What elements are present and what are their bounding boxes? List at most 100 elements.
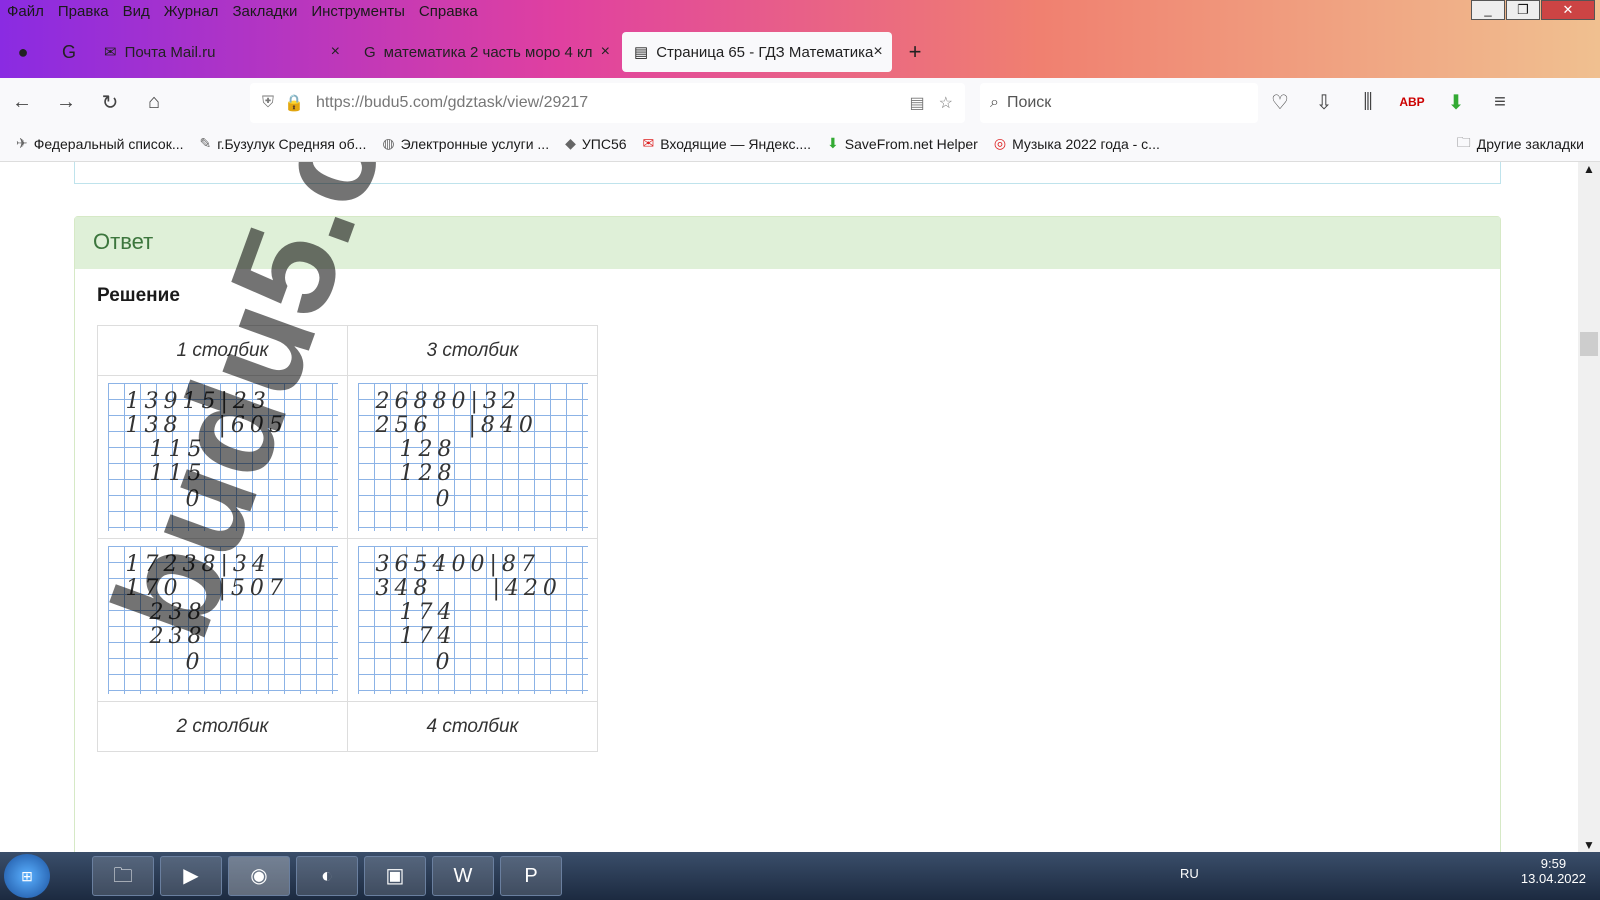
menu-bookmarks[interactable]: Закладки (225, 0, 304, 24)
time: 9:59 (1540, 856, 1567, 871)
pinned-tab-google[interactable]: G (46, 32, 92, 72)
calc-line: 174 (375, 600, 457, 625)
reload-icon[interactable]: ↻ (88, 90, 132, 115)
other-bookmarks[interactable]: 🗀 Другие закладки (1457, 132, 1584, 156)
bookmark-label: SaveFrom.net Helper (844, 135, 978, 152)
scroll-down-icon[interactable]: ▼ (1578, 838, 1600, 852)
forward-icon[interactable]: → (44, 91, 88, 114)
adblock-icon[interactable]: ABP (1390, 95, 1434, 109)
calc-line: 0 (125, 650, 205, 675)
menu-help[interactable]: Справка (412, 0, 485, 24)
close-tab-icon[interactable]: × (601, 43, 610, 61)
savefrom-icon[interactable]: ⬇ (1434, 90, 1478, 115)
bookmark-icon: ◆ (565, 135, 576, 151)
taskbar: ⊞ 🗀 ▶ ◉ ◐ ▣ W P RU 9:59 13.04.2022 (0, 852, 1600, 900)
language-indicator[interactable]: RU (1180, 866, 1199, 881)
tab-mail[interactable]: ✉ Почта Mail.ru × (92, 32, 352, 72)
app-icon: ▣ (385, 865, 405, 887)
maximize-button[interactable]: ❐ (1506, 0, 1540, 20)
pinned-icon: ● (17, 41, 29, 62)
star-icon[interactable]: ☆ (939, 93, 953, 113)
powerpoint-button[interactable]: P (500, 856, 562, 896)
bookmark-label: Электронные услуги ... (400, 135, 550, 152)
folder-icon: 🗀 (113, 865, 133, 887)
reader-icon[interactable]: ▤ (910, 93, 925, 113)
column-header: 2 столбик (97, 701, 348, 752)
calc-line: 174 (375, 624, 457, 649)
scroll-thumb[interactable] (1580, 332, 1598, 356)
tab-bar: ● G ✉ Почта Mail.ru × Gматематика 2 часть … (0, 30, 1600, 74)
minimize-button[interactable]: _ (1471, 0, 1505, 20)
play-icon: ▶ (183, 865, 199, 887)
bookmarks-bar: ✈ Федеральный список... ✎ г.Бузулук Средня… (0, 126, 1600, 162)
menu-icon[interactable]: ≡ (1478, 91, 1522, 114)
calc-image: 26880|32 256 |840 128 128 0 (357, 383, 588, 531)
calc-line: 0 (375, 487, 455, 512)
new-tab-button[interactable]: + (892, 32, 938, 72)
google-icon: G (61, 41, 76, 62)
word-button[interactable]: W (432, 856, 494, 896)
search-input[interactable]: ⌕ Поиск (980, 83, 1258, 123)
tab-active[interactable]: ▤ Страница 65 - ГДЗ Математика × (622, 32, 892, 72)
bookmark-item[interactable]: ✉ Входящие — Яндекс.... (643, 135, 812, 152)
other-bookmarks-label: Другие закладки (1476, 135, 1584, 152)
back-icon[interactable]: ← (0, 91, 44, 114)
calc-line: 0 (375, 650, 455, 675)
address-bar[interactable]: ⛨ 🔒 https://budu5.com/gdztask/view/29217 ▤ ☆ (250, 83, 965, 123)
url-text: https://budu5.com/gdztask/view/29217 (315, 94, 589, 111)
mail-icon: ✉ (642, 135, 655, 151)
word-icon: W (453, 865, 473, 887)
media-button[interactable]: ▶ (160, 856, 222, 896)
calc-line: 128 (375, 437, 457, 462)
menu-view[interactable]: Вид (116, 0, 157, 24)
firefox-button[interactable]: ◉ (228, 856, 290, 896)
clock[interactable]: 9:59 13.04.2022 (1521, 856, 1586, 886)
browser-icon: ◐ (320, 865, 334, 887)
menu-file[interactable]: Файл (0, 0, 51, 24)
bookmark-item[interactable]: ✈ Федеральный список... (16, 135, 184, 152)
explorer-button[interactable]: 🗀 (92, 856, 154, 896)
music-icon: ◎ (993, 135, 1007, 151)
library-icon[interactable]: ⫼ (1346, 91, 1390, 114)
tab-search[interactable]: Gматематика 2 часть моро 4 кл × (352, 32, 622, 72)
mail-icon: ✉ (104, 44, 117, 61)
close-tab-icon[interactable]: × (331, 43, 340, 61)
globe-icon: ◍ (382, 135, 395, 151)
menu-tools[interactable]: Инструменты (304, 0, 412, 24)
calc-line: 348 |420 (375, 576, 562, 601)
calc-line: 256 |840 (375, 413, 538, 438)
scrollbar[interactable]: ▲ ▼ (1578, 162, 1600, 852)
menu-bar: Файл Правка Вид Журнал Закладки Инструме… (0, 0, 485, 24)
start-button[interactable]: ⊞ (4, 854, 50, 898)
menu-history[interactable]: Журнал (157, 0, 226, 24)
menu-edit[interactable]: Правка (51, 0, 116, 24)
close-tab-icon[interactable]: × (873, 43, 882, 61)
bookmark-item[interactable]: ◆ УПС56 (565, 135, 626, 152)
pinned-tab-1[interactable]: ● (0, 32, 46, 72)
pencil-icon: ✎ (199, 135, 212, 151)
tab-label: Почта Mail.ru (124, 43, 216, 61)
bookmark-item[interactable]: ⬇ SaveFrom.net Helper (827, 135, 978, 152)
scroll-up-icon[interactable]: ▲ (1578, 162, 1600, 176)
pocket-icon[interactable]: ♡ (1258, 90, 1302, 115)
bookmark-item[interactable]: ◎ Музыка 2022 года - с... (994, 135, 1160, 152)
tab-label: математика 2 часть моро 4 кл (383, 43, 593, 61)
search-icon: ⌕ (990, 94, 999, 111)
solution-heading: Решение (97, 285, 180, 306)
download-icon[interactable]: ⇩ (1302, 90, 1346, 115)
bookmark-item[interactable]: ◍ Электронные услуги ... (382, 135, 549, 152)
calc-cell: 365400|87 348 |420 174 174 0 (347, 538, 598, 702)
bookmark-icon: ✈ (16, 135, 28, 151)
search-placeholder: Поиск (1006, 94, 1052, 111)
browser-button[interactable]: ◐ (296, 856, 358, 896)
bookmark-item[interactable]: ✎ г.Бузулук Средняя об... (200, 135, 367, 152)
window-controls: _ ❐ ✕ (1470, 0, 1595, 20)
app-button[interactable]: ▣ (364, 856, 426, 896)
bookmark-label: Музыка 2022 года - с... (1012, 135, 1160, 152)
calc-image: 365400|87 348 |420 174 174 0 (357, 546, 588, 694)
column-header: 4 столбик (347, 701, 598, 752)
close-window-button[interactable]: ✕ (1541, 0, 1595, 20)
tab-label: Страница 65 - ГДЗ Математика (656, 43, 874, 61)
home-icon[interactable]: ⌂ (132, 91, 176, 114)
google-icon: G (364, 43, 376, 61)
